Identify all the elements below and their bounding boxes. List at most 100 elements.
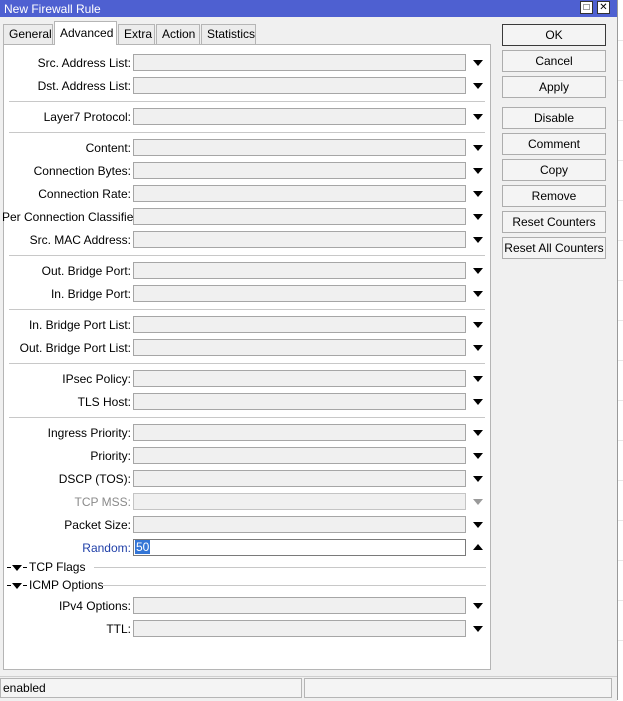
chevron-down-icon[interactable] xyxy=(473,145,483,151)
packet-size-row: Packet Size: xyxy=(4,515,492,535)
chevron-down-icon[interactable] xyxy=(473,522,483,528)
out-bridge-port-list-input[interactable] xyxy=(133,339,466,356)
background-strip xyxy=(618,0,623,700)
grid-line xyxy=(618,80,623,81)
tcp-mss-label: TCP MSS: xyxy=(74,495,131,509)
chevron-down-icon[interactable] xyxy=(473,453,483,459)
grid-line xyxy=(618,280,623,281)
chevron-down-icon[interactable] xyxy=(473,214,483,220)
chevron-down-icon[interactable] xyxy=(473,83,483,89)
ttl-row: TTL: xyxy=(4,619,492,639)
out-bridge-port-row: Out. Bridge Port: xyxy=(4,261,492,281)
group-dash xyxy=(7,585,11,586)
packet-size-label: Packet Size: xyxy=(64,518,131,532)
in-bridge-port-row: In. Bridge Port: xyxy=(4,284,492,304)
src-address-list-label: Src. Address List: xyxy=(37,56,131,70)
per-connection-classifier-input[interactable] xyxy=(133,208,466,225)
ipv4-options-input[interactable] xyxy=(133,597,466,614)
chevron-down-icon[interactable] xyxy=(473,114,483,120)
chevron-down-icon[interactable] xyxy=(473,268,483,274)
chevron-down-icon[interactable] xyxy=(473,399,483,405)
grid-line xyxy=(618,360,623,361)
packet-size-input[interactable] xyxy=(133,516,466,533)
priority-input[interactable] xyxy=(133,447,466,464)
chevron-down-icon xyxy=(473,499,483,505)
close-icon[interactable]: ✕ xyxy=(597,1,610,14)
tcp-mss-input xyxy=(133,493,466,510)
chevron-down-icon[interactable] xyxy=(473,376,483,382)
grid-line xyxy=(618,240,623,241)
priority-label: Priority: xyxy=(90,449,131,463)
ttl-input[interactable] xyxy=(133,620,466,637)
icmp-options-group[interactable]: ICMP Options xyxy=(4,577,492,593)
tcp-flags-label: TCP Flags xyxy=(29,560,86,574)
layer7-protocol-label: Layer7 Protocol: xyxy=(43,110,131,124)
expand-triangle-icon[interactable] xyxy=(12,583,22,589)
chevron-up-icon[interactable] xyxy=(473,544,483,550)
remove-button[interactable]: Remove xyxy=(502,185,606,207)
divider xyxy=(9,101,485,102)
divider xyxy=(9,309,485,310)
in-bridge-port-list-input[interactable] xyxy=(133,316,466,333)
disable-button[interactable]: Disable xyxy=(502,107,606,129)
tls-host-input[interactable] xyxy=(133,393,466,410)
dst-address-list-input[interactable] xyxy=(133,77,466,94)
random-input[interactable]: 50 xyxy=(133,539,466,556)
chevron-down-icon[interactable] xyxy=(473,626,483,632)
reset-counters-button[interactable]: Reset Counters xyxy=(502,211,606,233)
connection-bytes-input[interactable] xyxy=(133,162,466,179)
in-bridge-port-input[interactable] xyxy=(133,285,466,302)
connection-rate-input[interactable] xyxy=(133,185,466,202)
in-bridge-port-list-label: In. Bridge Port List: xyxy=(28,318,131,332)
ok-button[interactable]: OK xyxy=(502,24,606,46)
advanced-panel: Src. Address List: Dst. Address List: La… xyxy=(2,44,492,670)
divider xyxy=(9,363,485,364)
expand-triangle-icon[interactable] xyxy=(12,565,22,571)
dscp-tos-input[interactable] xyxy=(133,470,466,487)
apply-button[interactable]: Apply xyxy=(502,76,606,98)
chevron-down-icon[interactable] xyxy=(473,322,483,328)
chevron-down-icon[interactable] xyxy=(473,60,483,66)
content-row: Content: xyxy=(4,138,492,158)
tab-advanced[interactable]: Advanced xyxy=(54,21,117,45)
chevron-down-icon[interactable] xyxy=(473,191,483,197)
out-bridge-port-list-label: Out. Bridge Port List: xyxy=(19,341,131,355)
src-mac-address-input[interactable] xyxy=(133,231,466,248)
group-line xyxy=(103,585,486,586)
ingress-priority-input[interactable] xyxy=(133,424,466,441)
out-bridge-port-list-row: Out. Bridge Port List: xyxy=(4,338,492,358)
tab-extra[interactable]: Extra xyxy=(118,24,155,44)
chevron-down-icon[interactable] xyxy=(473,476,483,482)
layer7-protocol-input[interactable] xyxy=(133,108,466,125)
copy-button[interactable]: Copy xyxy=(502,159,606,181)
grid-line xyxy=(618,640,623,641)
tab-statistics[interactable]: Statistics xyxy=(201,24,256,44)
per-connection-classifier-row: Per Connection Classifier: xyxy=(2,207,492,227)
content-input[interactable] xyxy=(133,139,466,156)
reset-all-counters-button[interactable]: Reset All Counters xyxy=(502,237,606,259)
comment-button[interactable]: Comment xyxy=(502,133,606,155)
status-bar: enabled xyxy=(0,676,617,701)
tab-general[interactable]: General xyxy=(3,24,53,44)
group-dash xyxy=(23,585,27,586)
dscp-tos-row: DSCP (TOS): xyxy=(4,469,492,489)
src-mac-address-row: Src. MAC Address: xyxy=(4,230,492,250)
cancel-button[interactable]: Cancel xyxy=(502,50,606,72)
title-bar: New Firewall Rule □ ✕ xyxy=(0,0,617,17)
tls-host-row: TLS Host: xyxy=(4,392,492,412)
tcp-flags-group[interactable]: TCP Flags xyxy=(4,559,492,575)
chevron-down-icon[interactable] xyxy=(473,345,483,351)
maximize-icon[interactable]: □ xyxy=(580,1,593,14)
out-bridge-port-input[interactable] xyxy=(133,262,466,279)
src-address-list-input[interactable] xyxy=(133,54,466,71)
chevron-down-icon[interactable] xyxy=(473,168,483,174)
chevron-down-icon[interactable] xyxy=(473,603,483,609)
chevron-down-icon[interactable] xyxy=(473,430,483,436)
tab-action[interactable]: Action xyxy=(156,24,200,44)
chevron-down-icon[interactable] xyxy=(473,237,483,243)
content-label: Content: xyxy=(85,141,131,155)
ipsec-policy-input[interactable] xyxy=(133,370,466,387)
icmp-options-label: ICMP Options xyxy=(29,578,104,592)
chevron-down-icon[interactable] xyxy=(473,291,483,297)
ipsec-policy-row: IPsec Policy: xyxy=(4,369,492,389)
